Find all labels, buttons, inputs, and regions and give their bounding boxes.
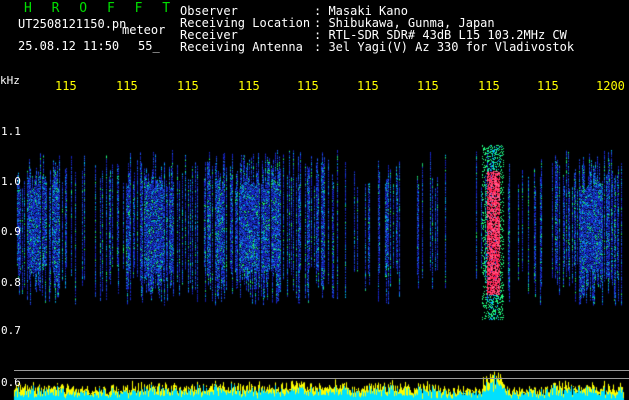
seconds-label: 55_ xyxy=(138,39,160,53)
spectrogram-canvas xyxy=(0,0,629,400)
freq-tick: 0.7 xyxy=(1,324,21,337)
freq-tick: 1.0 xyxy=(1,175,21,188)
time-tick: 115 xyxy=(297,79,319,93)
time-tick: 1200 xyxy=(596,79,625,93)
lower-divider-line xyxy=(14,370,629,371)
filename-label: UT2508121150.pn xyxy=(18,17,127,31)
freq-tick: 0.8 xyxy=(1,276,21,289)
time-tick: 115 xyxy=(55,79,77,93)
datetime-label: 25.08.12 11:50 xyxy=(18,39,120,53)
time-tick: 115 xyxy=(357,79,379,93)
freq-unit-label: kHz xyxy=(0,74,20,87)
mode-label: meteor xyxy=(122,23,166,37)
freq-tick: 1.1 xyxy=(1,125,21,138)
time-tick: 115 xyxy=(417,79,439,93)
info-value-antenna: : 3el Yagi(V) Az 330 for Vladivostok xyxy=(314,40,575,54)
info-label-antenna: Receiving Antenna xyxy=(180,40,303,54)
upper-level-line xyxy=(14,378,629,379)
app-title: H R O F F T xyxy=(24,1,177,16)
time-tick: 115 xyxy=(116,79,138,93)
time-tick: 115 xyxy=(177,79,199,93)
time-tick: 115 xyxy=(537,79,559,93)
time-tick: 115 xyxy=(478,79,500,93)
freq-tick: 0.9 xyxy=(1,225,21,238)
time-tick: 115 xyxy=(238,79,260,93)
